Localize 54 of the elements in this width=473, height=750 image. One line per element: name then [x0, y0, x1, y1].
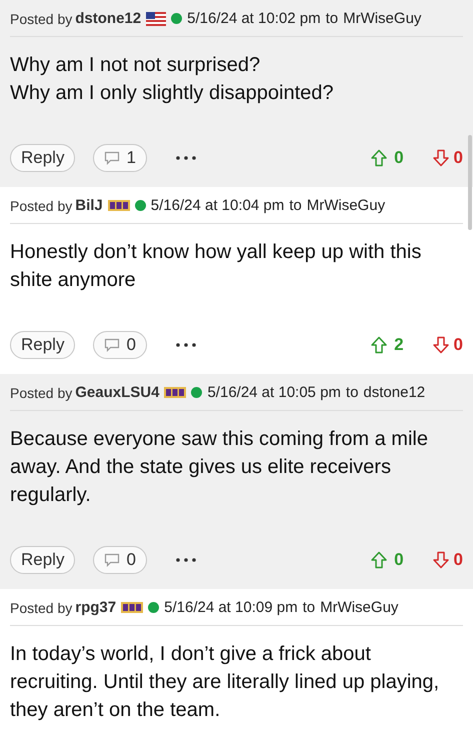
upvote-count: 2	[394, 335, 404, 355]
reply-button[interactable]: Reply	[10, 546, 76, 574]
to-label: to	[289, 197, 302, 214]
more-options-icon[interactable]	[174, 155, 197, 161]
upvote-count: 0	[394, 148, 404, 168]
post-timestamp: 5/16/24 at 10:04 pm	[150, 197, 284, 214]
post-timestamp: 5/16/24 at 10:09 pm	[164, 599, 298, 616]
recipient-name[interactable]: MrWiseGuy	[306, 197, 386, 214]
upvote-icon[interactable]	[370, 149, 388, 167]
more-options-icon[interactable]	[174, 342, 197, 348]
downvote-icon[interactable]	[432, 551, 450, 569]
posted-by-label: Posted by	[10, 384, 72, 400]
post-text: Honestly don’t know how yall keep up with this shite anymore	[10, 240, 422, 293]
post-text: Why am I not not surprised?	[10, 53, 262, 78]
recipient-name[interactable]: MrWiseGuy	[320, 599, 398, 616]
team-logo-icon	[164, 387, 186, 398]
author-name[interactable]: rpg37	[75, 599, 116, 616]
posted-by-label: Posted by	[10, 10, 72, 26]
upvote-count: 0	[394, 550, 404, 570]
author-name[interactable]: GeauxLSU4	[75, 384, 160, 401]
upvote-icon[interactable]	[370, 336, 388, 354]
posted-by-label: Posted by	[10, 198, 72, 214]
comment-icon	[104, 151, 120, 165]
post-text: Because everyone saw this coming from a mile away. And the state gives us elite receivers regularly.	[10, 427, 429, 508]
downvote-icon[interactable]	[432, 336, 450, 354]
downvote-count: 0	[454, 148, 463, 168]
comments-button[interactable]: 1	[93, 144, 147, 172]
recipient-name[interactable]: dstone12	[363, 384, 426, 401]
comment-icon	[104, 553, 120, 567]
reply-button[interactable]: Reply	[10, 144, 76, 172]
upvote-icon[interactable]	[370, 551, 388, 569]
comment-icon	[104, 338, 120, 352]
downvote-count: 0	[454, 335, 463, 355]
recipient-name[interactable]: MrWiseGuy	[343, 10, 422, 27]
post-timestamp: 5/16/24 at 10:05 pm	[207, 384, 341, 401]
downvote-icon[interactable]	[432, 149, 450, 167]
posted-by-label: Posted by	[10, 600, 72, 616]
reply-button[interactable]: Reply	[10, 331, 76, 359]
scrollbar[interactable]	[468, 135, 472, 230]
team-logo-icon	[121, 602, 144, 613]
flag-icon	[146, 12, 166, 26]
to-label: to	[326, 10, 338, 27]
author-name[interactable]: dstone12	[75, 10, 142, 27]
more-options-icon[interactable]	[174, 557, 197, 563]
comments-button[interactable]: 0	[93, 546, 147, 574]
post-text: In today’s world, I don’t give a frick about recruiting. Until they are literally lined up playing, they aren’t on the team.	[10, 642, 440, 723]
post-text: Why am I only slightly disappointed?	[10, 81, 334, 106]
post-timestamp: 5/16/24 at 10:02 pm	[187, 10, 321, 27]
to-label: to	[302, 599, 316, 616]
comments-button[interactable]: 0	[93, 331, 147, 359]
team-logo-icon	[108, 200, 130, 211]
downvote-count: 0	[454, 550, 463, 570]
author-name[interactable]: BilJ	[75, 197, 103, 214]
to-label: to	[346, 384, 358, 401]
